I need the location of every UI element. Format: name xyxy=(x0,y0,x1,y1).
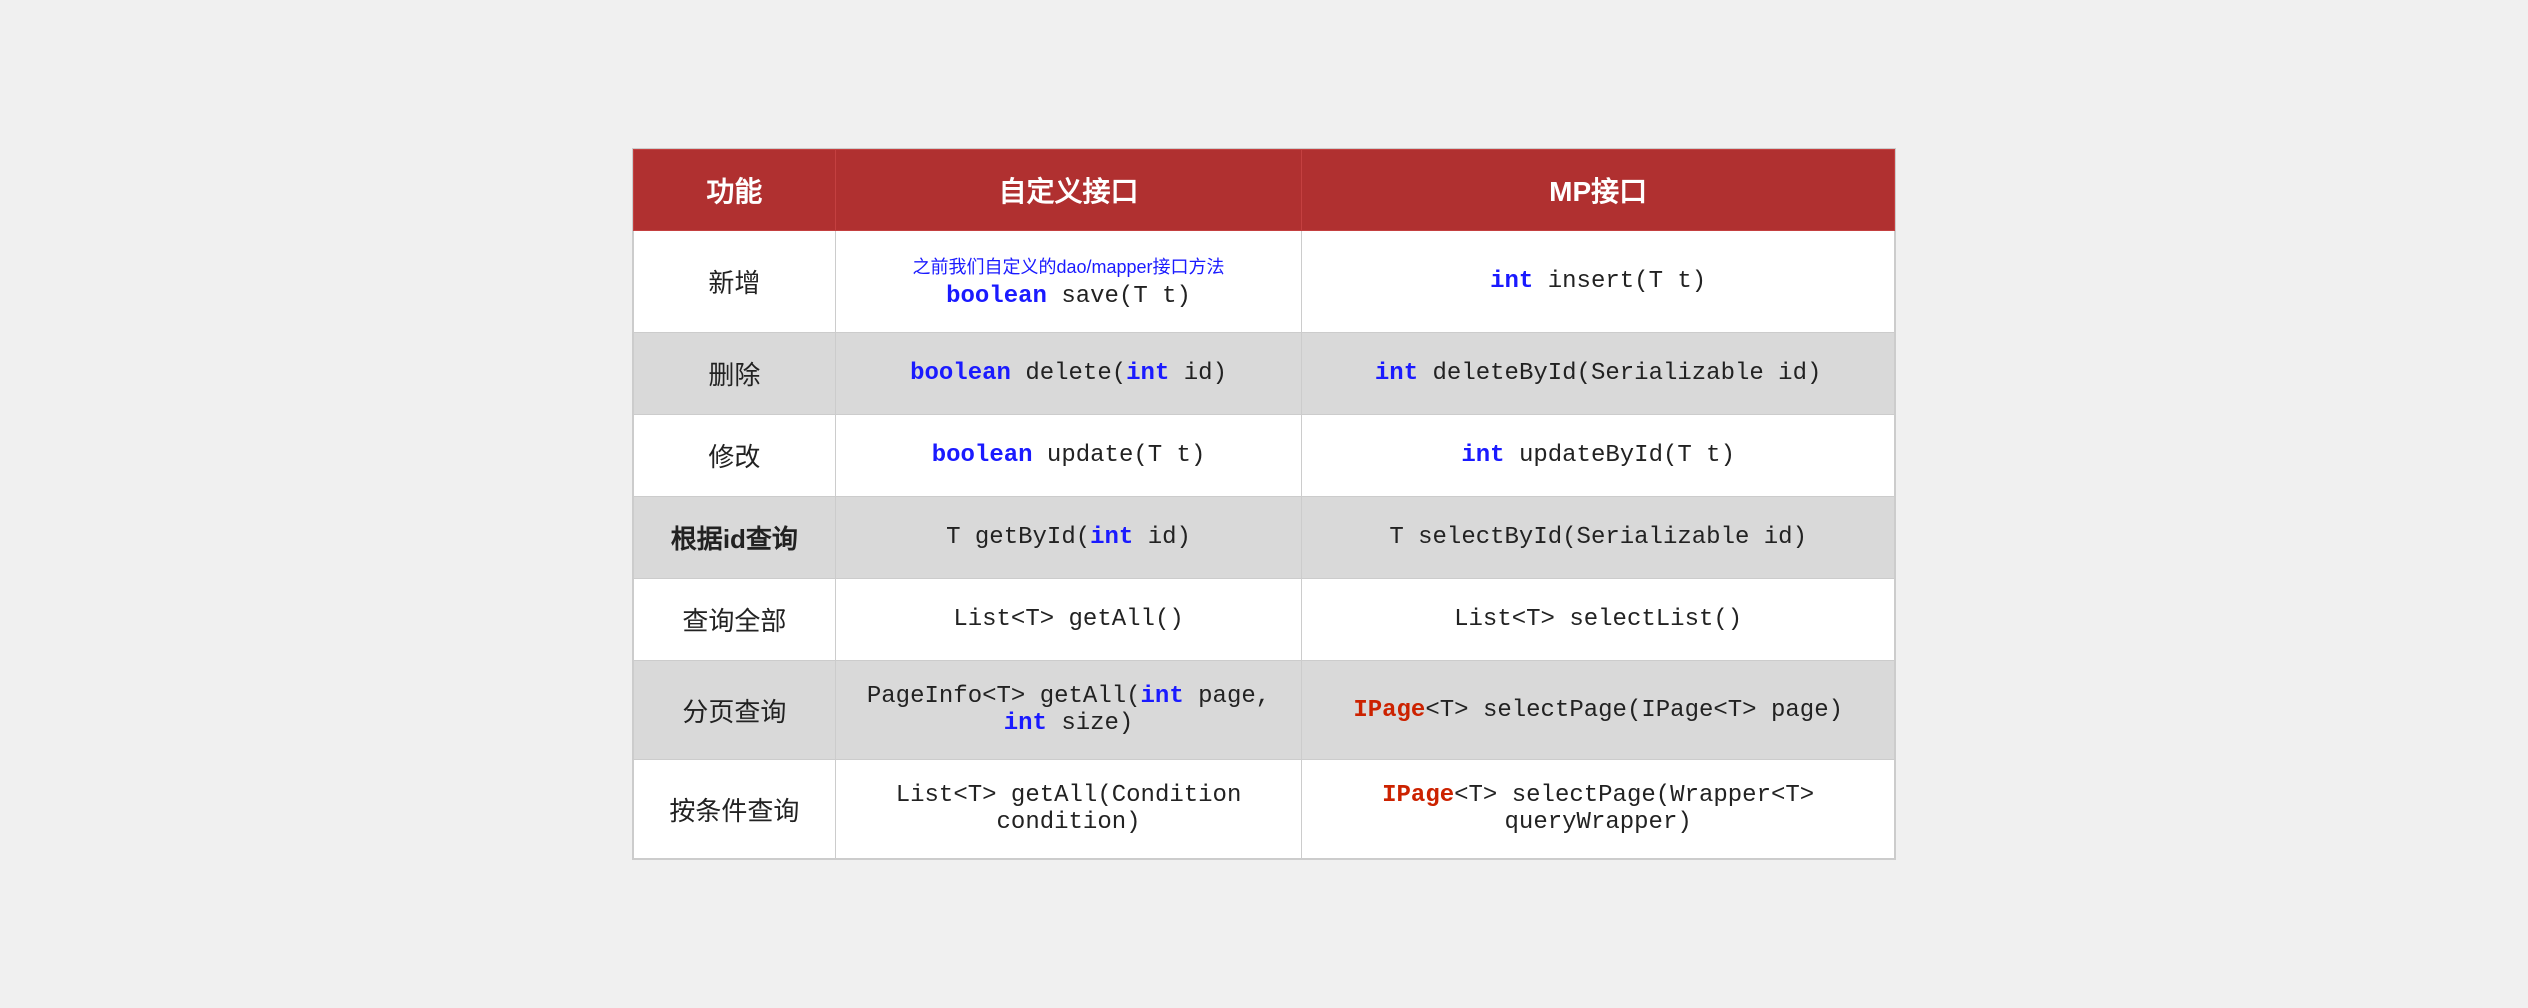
cell-mp: int deleteById(Serializable id) xyxy=(1302,333,1895,415)
cell-custom: T getById(int id) xyxy=(835,497,1302,579)
header-feature: 功能 xyxy=(634,150,836,231)
header-mp: MP接口 xyxy=(1302,150,1895,231)
cell-custom: boolean delete(int id) xyxy=(835,333,1302,415)
table-body: 新增之前我们自定义的dao/mapper接口方法boolean save(T t… xyxy=(634,231,1895,859)
cell-custom: List<T> getAll() xyxy=(835,579,1302,661)
cell-feature: 根据id查询 xyxy=(634,497,836,579)
table-row: 修改boolean update(T t)int updateById(T t) xyxy=(634,415,1895,497)
cell-mp: int updateById(T t) xyxy=(1302,415,1895,497)
cell-custom: 之前我们自定义的dao/mapper接口方法boolean save(T t) xyxy=(835,231,1302,333)
table-row: 分页查询PageInfo<T> getAll(int page, int siz… xyxy=(634,661,1895,760)
cell-custom: boolean update(T t) xyxy=(835,415,1302,497)
cell-feature: 分页查询 xyxy=(634,661,836,760)
cell-custom: List<T> getAll(Condition condition) xyxy=(835,760,1302,859)
cell-feature: 新增 xyxy=(634,231,836,333)
cell-feature: 删除 xyxy=(634,333,836,415)
cell-mp: int insert(T t) xyxy=(1302,231,1895,333)
table-row: 新增之前我们自定义的dao/mapper接口方法boolean save(T t… xyxy=(634,231,1895,333)
cell-mp: IPage<T> selectPage(Wrapper<T> queryWrap… xyxy=(1302,760,1895,859)
main-table-container: 功能 自定义接口 MP接口 新增之前我们自定义的dao/mapper接口方法bo… xyxy=(632,148,1896,860)
cell-mp: T selectById(Serializable id) xyxy=(1302,497,1895,579)
cell-feature: 查询全部 xyxy=(634,579,836,661)
table-row: 按条件查询List<T> getAll(Condition condition)… xyxy=(634,760,1895,859)
cell-mp: List<T> selectList() xyxy=(1302,579,1895,661)
table-header-row: 功能 自定义接口 MP接口 xyxy=(634,150,1895,231)
cell-mp: IPage<T> selectPage(IPage<T> page) xyxy=(1302,661,1895,760)
table-row: 查询全部List<T> getAll()List<T> selectList() xyxy=(634,579,1895,661)
table-row: 删除boolean delete(int id)int deleteById(S… xyxy=(634,333,1895,415)
header-custom: 自定义接口 xyxy=(835,150,1302,231)
cell-feature: 按条件查询 xyxy=(634,760,836,859)
cell-custom: PageInfo<T> getAll(int page, int size) xyxy=(835,661,1302,760)
table-row: 根据id查询T getById(int id)T selectById(Seri… xyxy=(634,497,1895,579)
cell-feature: 修改 xyxy=(634,415,836,497)
comparison-table: 功能 自定义接口 MP接口 新增之前我们自定义的dao/mapper接口方法bo… xyxy=(633,149,1895,859)
